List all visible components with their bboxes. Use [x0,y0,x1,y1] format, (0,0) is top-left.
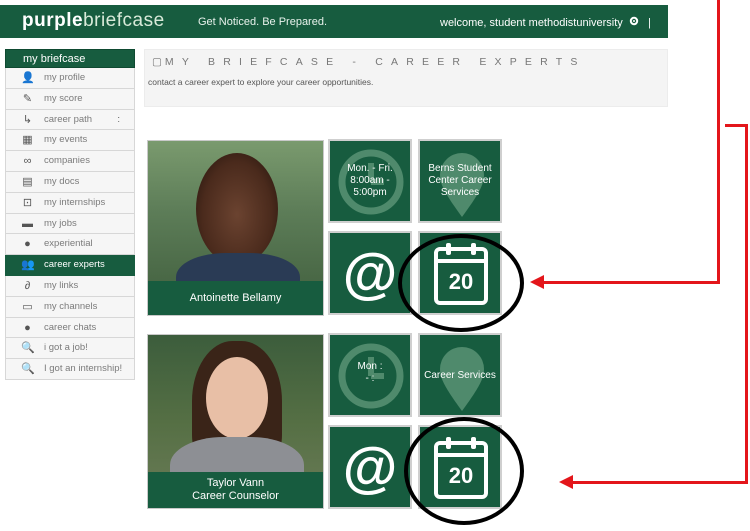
expert-name: Taylor Vann [206,477,265,489]
calendar-icon: ▦ [22,134,33,147]
sidebar-item-label: my profile [44,72,86,83]
sidebar-item-label: i got a job! [44,342,88,354]
sidebar-header: my briefcase [5,49,135,68]
magnifier-icon: 🔍 [21,363,35,376]
brain-icon: ● [24,238,31,251]
page-title: ▢ MY BRIEFCASE - CAREER EXPERTS [152,56,586,68]
top-bar: purplebriefcase Get Noticed. Be Prepared… [0,5,668,38]
gear-icon[interactable] [629,16,639,29]
logo[interactable]: purplebriefcase [22,10,165,32]
office-hours-tile: Mon. - Fri. 8:00am - 5:00pm [328,139,412,223]
annotation-arrowhead [559,475,573,489]
tv-icon: ▭ [22,300,33,313]
sidebar-item-my-links[interactable]: ∂ my links [5,275,135,297]
annotation-arrowhead [530,275,544,289]
person-icon: 👤 [21,72,35,84]
logo-purple: purple [22,10,84,31]
sidebar: my briefcase 👤 my profile ✎ my score ↳ c… [5,49,135,380]
people-icon: 👥 [21,259,35,272]
career-path-colon: : [117,113,120,125]
highlight-circle [398,234,524,332]
sidebar-item-i-got-a-job[interactable]: 🔍 i got a job! [5,338,135,360]
magnifier-icon: 🔍 [21,342,35,355]
sidebar-item-my-events[interactable]: ▦ my events [5,130,135,152]
sidebar-item-my-docs[interactable]: ▤ my docs [5,171,135,193]
page-title-text: MY BRIEFCASE - CAREER EXPERTS [164,56,586,68]
page-header-panel: ▢ MY BRIEFCASE - CAREER EXPERTS contact a… [144,49,668,107]
chat-icon: ● [24,321,31,334]
sidebar-item-my-channels[interactable]: ▭ my channels [5,296,135,318]
binoculars-icon: ∞ [23,155,32,168]
sidebar-item-career-path[interactable]: ↳ career path : [5,109,135,131]
sidebar-item-companies[interactable]: ∞ companies [5,151,135,172]
expert-photo: Antoinette Bellamy [147,140,324,316]
briefcase-icon: ▢ [152,56,162,68]
expert-name: Antoinette Bellamy [189,292,282,304]
sidebar-item-label: my channels [44,300,98,312]
sidebar-item-label: experiential [44,238,93,250]
sidebar-item-label: career experts [44,259,105,271]
sidebar-item-label: my events [44,134,88,146]
location-text: Berns Student Center Career Services [428,163,492,198]
sidebar-item-experiential[interactable]: ● experiential [5,234,135,256]
highlight-circle [404,417,524,525]
sidebar-item-my-internships[interactable]: ⊡ my internships [5,192,135,214]
sidebar-item-label: career chats [44,321,97,333]
sidebar-item-my-profile[interactable]: 👤 my profile [5,68,135,89]
edit-icon: ✎ [22,92,33,105]
briefcase-icon: ⊡ [22,196,33,209]
document-icon: ▤ [22,175,33,188]
separator: | [647,17,651,29]
email-button[interactable]: @ [328,425,412,509]
expert-photo: Taylor Vann Career Counselor [147,334,324,509]
page-subtitle: contact a career expert to explore your … [148,77,374,87]
sidebar-item-label: my internships [44,196,106,208]
office-hours-text: Mon. - Fri. 8:00am - 5:00pm [347,163,393,198]
welcome-text: welcome, student methodistuniversity [440,17,623,29]
toolbox-icon: ▬ [22,217,33,230]
sidebar-item-career-chats[interactable]: ● career chats [5,317,135,339]
annotation-line [570,481,748,484]
expert-name-bar: Antoinette Bellamy [148,281,323,315]
sidebar-item-i-got-an-internship[interactable]: 🔍 I got an internship! [5,359,135,380]
sidebar-item-label: my docs [44,175,80,187]
expert-name-bar: Taylor Vann Career Counselor [148,472,323,508]
location-text: Career Services [424,370,496,381]
annotation-line [541,281,720,284]
welcome-message: welcome, student methodistuniversity | [440,16,651,29]
office-hours-tile: Mon : - : [328,333,412,417]
sidebar-item-label: I got an internship! [44,363,123,375]
sidebar-item-label: career path [44,113,93,125]
logo-briefcase: briefcase [83,10,165,31]
link-icon: ∂ [24,279,31,292]
annotation-line [717,0,720,284]
path-icon: ↳ [22,113,33,126]
sidebar-item-career-experts[interactable]: 👥 career experts [5,255,135,276]
sidebar-item-label: my links [44,279,79,291]
sidebar-item-label: companies [44,155,90,167]
portrait-head [196,153,278,265]
expert-title: Career Counselor [192,490,279,502]
sidebar-item-label: my jobs [44,217,77,229]
office-hours-text: Mon : - : [357,361,383,384]
annotation-line [745,124,748,484]
location-tile: Berns Student Center Career Services [418,139,502,223]
email-icon: @ [342,241,398,304]
sidebar-item-my-jobs[interactable]: ▬ my jobs [5,213,135,235]
location-tile: Career Services [418,333,502,417]
email-icon: @ [342,435,398,498]
tagline: Get Noticed. Be Prepared. [198,16,328,28]
sidebar-item-label: my score [44,92,83,104]
portrait-head [206,357,268,439]
sidebar-item-my-score[interactable]: ✎ my score [5,88,135,110]
page: purplebriefcase Get Noticed. Be Prepared… [0,0,750,531]
